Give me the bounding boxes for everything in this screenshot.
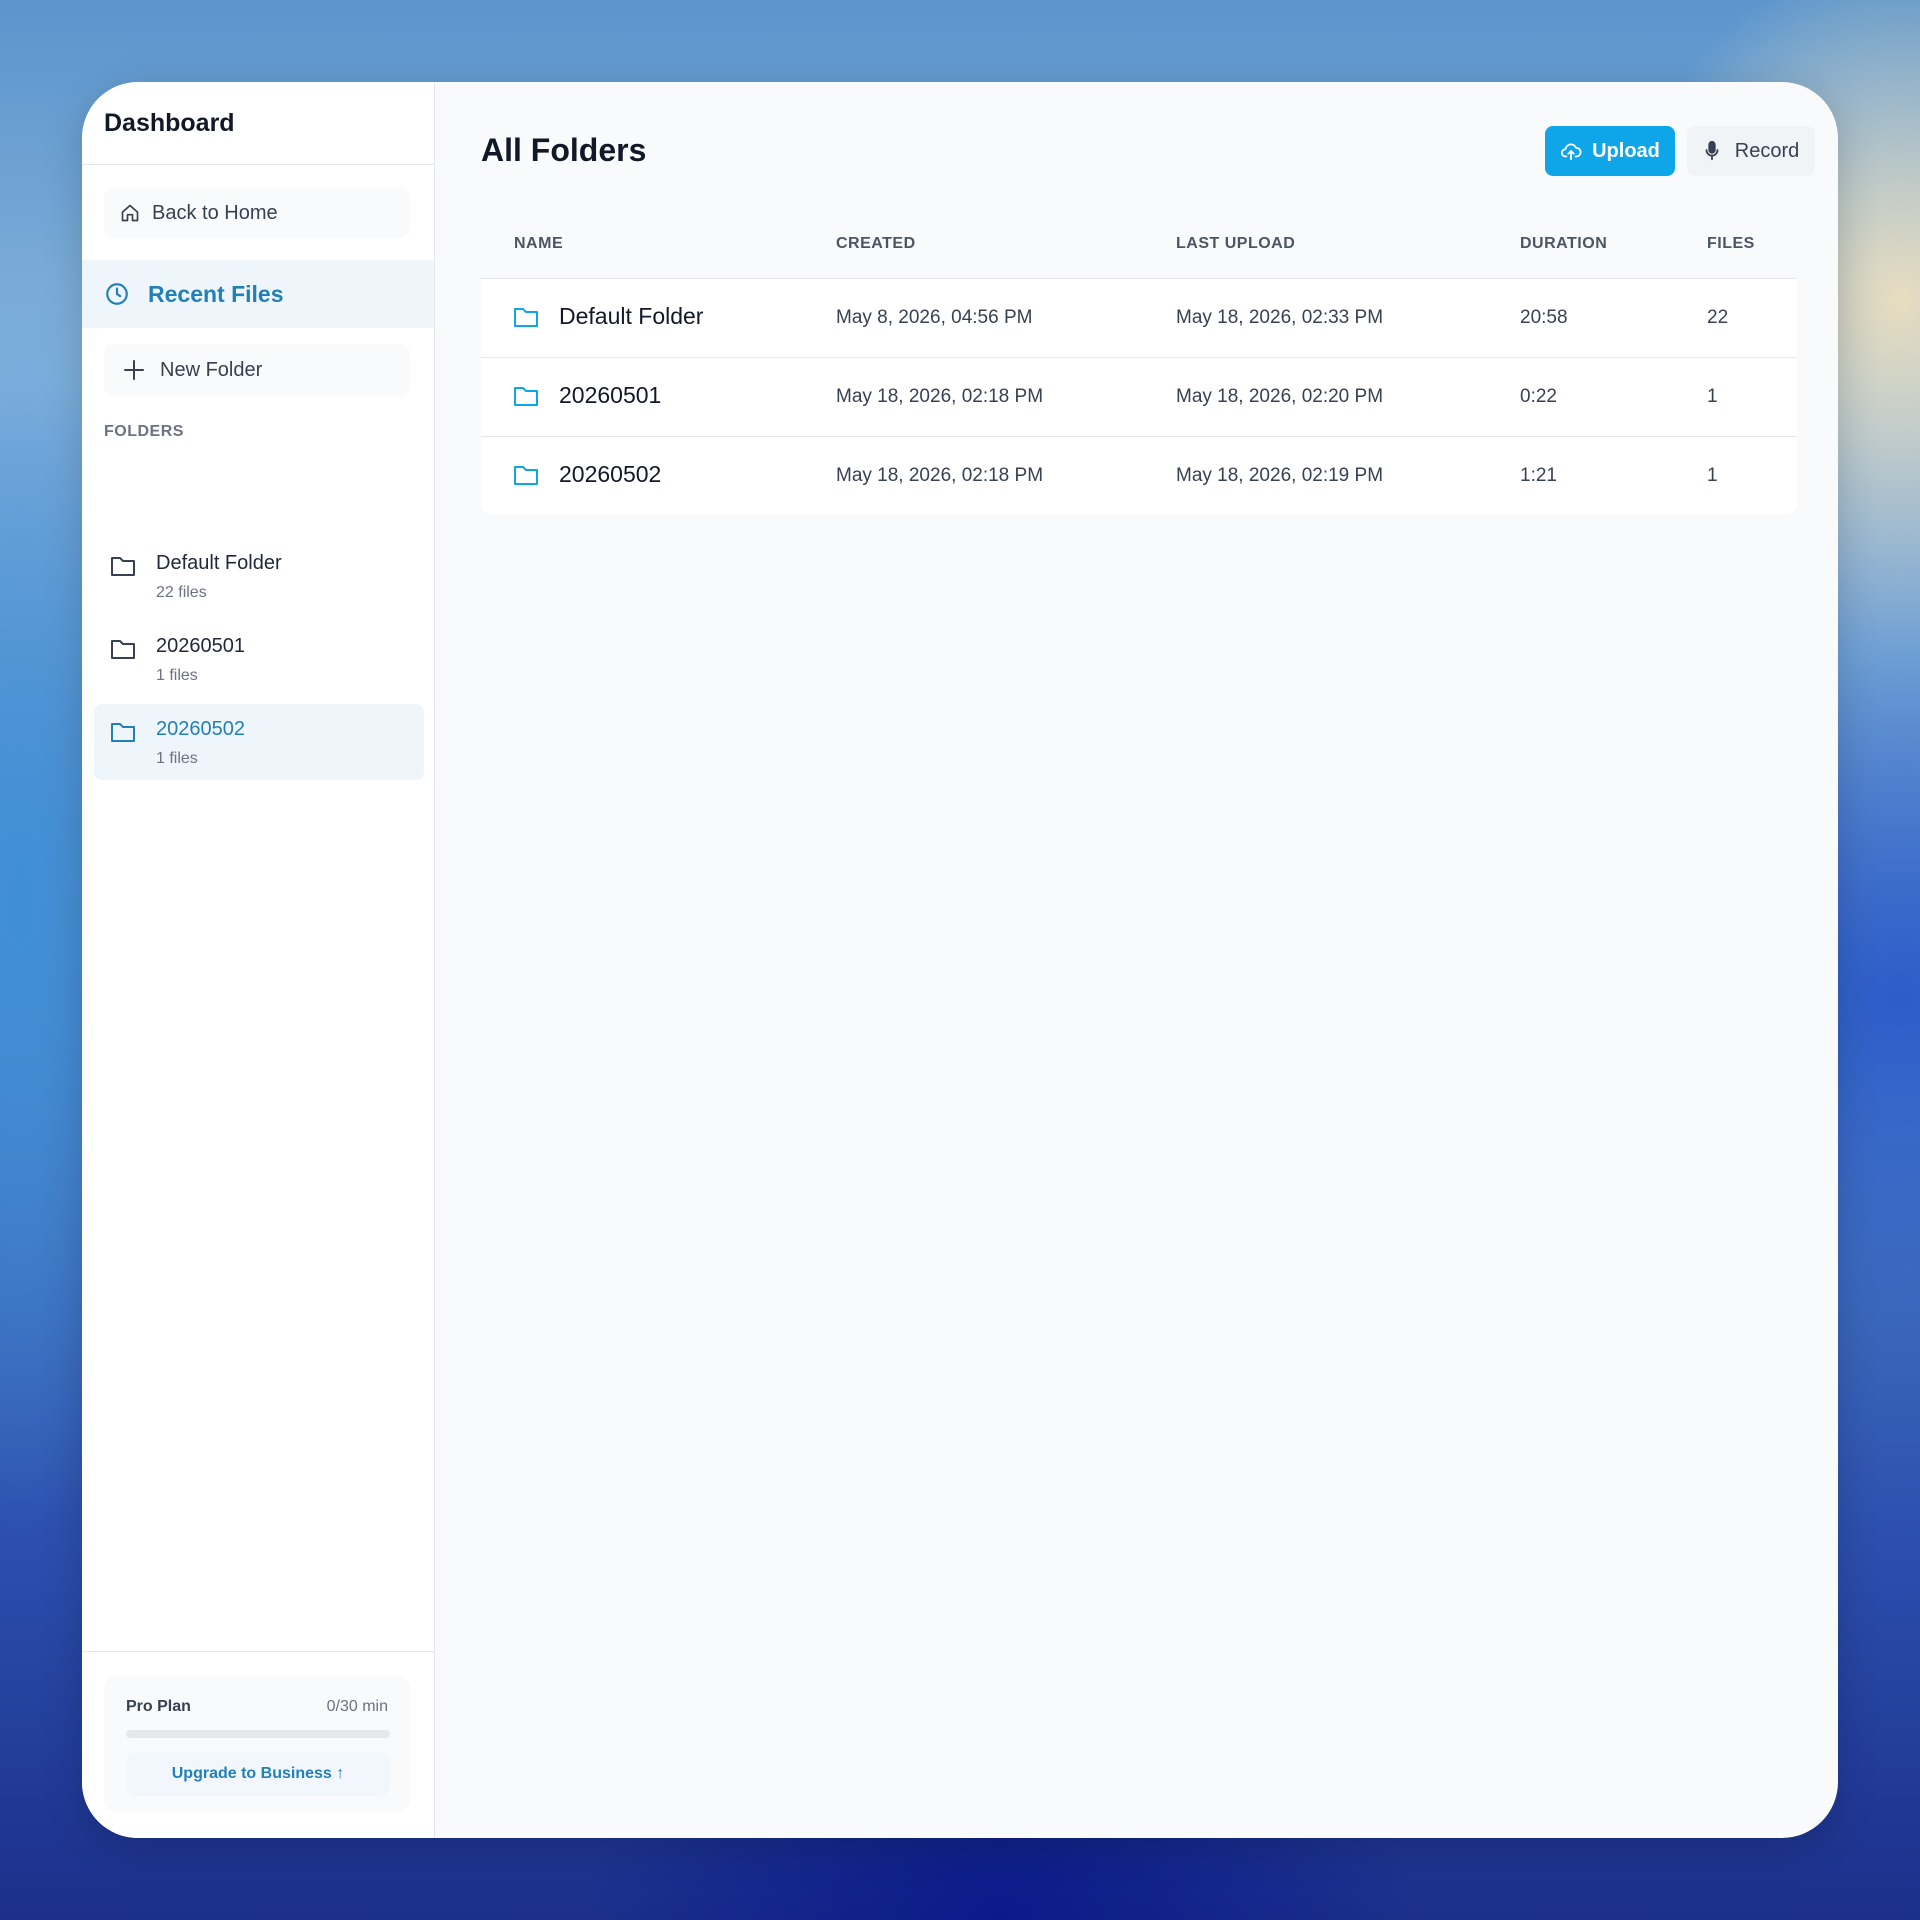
plus-icon (124, 360, 144, 380)
microphone-icon (1705, 140, 1719, 161)
table-row[interactable]: Default Folder May 8, 2026, 04:56 PM May… (481, 279, 1797, 358)
row-files: 22 (1707, 307, 1729, 328)
cloud-upload-icon (1561, 143, 1582, 161)
sidebar-folder-name: 20260501 (156, 635, 245, 657)
row-created: May 8, 2026, 04:56 PM (836, 307, 1033, 328)
table-body: Default Folder May 8, 2026, 04:56 PM May… (481, 279, 1797, 515)
plan-usage: 0/30 min (326, 1698, 388, 1715)
sidebar-folder-name: 20260502 (156, 718, 245, 740)
new-folder-button[interactable]: New Folder (104, 344, 410, 396)
back-to-home-button[interactable]: Back to Home (104, 188, 410, 238)
sidebar: Dashboard Back to Home Recent Files New … (82, 82, 435, 1838)
recent-files-label: Recent Files (148, 280, 284, 307)
sidebar-folder-20260502[interactable]: 20260502 1 files (94, 704, 424, 780)
sidebar-folder-20260501[interactable]: 20260501 1 files (94, 621, 424, 697)
folders-table: NAME CREATED LAST UPLOAD DURATION FILES … (481, 210, 1797, 515)
folder-icon (111, 723, 135, 742)
sidebar-folder-count: 1 files (156, 667, 198, 684)
table-header: NAME CREATED LAST UPLOAD DURATION FILES (481, 210, 1797, 279)
plan-progress-bar (126, 1730, 390, 1738)
row-name: 20260502 (559, 461, 662, 487)
sidebar-folder-name: Default Folder (156, 552, 282, 574)
header-name[interactable]: NAME (514, 235, 563, 253)
row-last-upload: May 18, 2026, 02:19 PM (1176, 465, 1384, 486)
row-name: 20260501 (559, 382, 662, 408)
plan-name: Pro Plan (126, 1698, 191, 1715)
plan-card: Pro Plan 0/30 min Upgrade to Business ↑ (104, 1676, 410, 1812)
folder-icon (514, 308, 538, 327)
row-duration: 0:22 (1520, 386, 1557, 407)
upload-button[interactable]: Upload (1545, 126, 1675, 176)
row-created: May 18, 2026, 02:18 PM (836, 465, 1044, 486)
record-label: Record (1734, 139, 1800, 162)
folder-icon (514, 387, 538, 406)
sidebar-item-recent-files[interactable]: Recent Files (82, 260, 434, 328)
back-to-home-label: Back to Home (152, 201, 278, 224)
row-last-upload: May 18, 2026, 02:20 PM (1176, 386, 1384, 407)
clock-icon (106, 283, 128, 305)
sidebar-folder-count: 1 files (156, 750, 198, 767)
row-name: Default Folder (559, 303, 704, 329)
home-icon (121, 204, 139, 222)
row-created: May 18, 2026, 02:18 PM (836, 386, 1044, 407)
folders-heading: FOLDERS (104, 423, 184, 440)
app-window: Dashboard Back to Home Recent Files New … (82, 82, 1838, 1838)
row-files: 1 (1707, 465, 1718, 486)
upload-label: Upload (1592, 139, 1660, 162)
new-folder-label: New Folder (160, 358, 263, 381)
table-row[interactable]: 20260501 May 18, 2026, 02:18 PM May 18, … (481, 358, 1797, 437)
folder-icon (111, 557, 135, 576)
row-duration: 20:58 (1520, 307, 1568, 328)
folder-icon (111, 640, 135, 659)
row-files: 1 (1707, 386, 1718, 407)
page-title: All Folders (481, 132, 647, 168)
table-row[interactable]: 20260502 May 18, 2026, 02:18 PM May 18, … (481, 437, 1797, 515)
header-last-upload[interactable]: LAST UPLOAD (1176, 235, 1295, 253)
sidebar-folder-default[interactable]: Default Folder 22 files (94, 538, 424, 614)
header-files[interactable]: FILES (1707, 235, 1755, 253)
sidebar-title: Dashboard (82, 82, 434, 165)
sidebar-folder-count: 22 files (156, 584, 207, 601)
header-created[interactable]: CREATED (836, 235, 916, 253)
header-duration[interactable]: DURATION (1520, 235, 1607, 253)
sidebar-footer: Pro Plan 0/30 min Upgrade to Business ↑ (82, 1651, 434, 1838)
upgrade-button[interactable]: Upgrade to Business ↑ (126, 1752, 390, 1796)
main-content: All Folders Upload Record NAME CREATED L… (435, 82, 1838, 1838)
row-duration: 1:21 (1520, 465, 1557, 486)
row-last-upload: May 18, 2026, 02:33 PM (1176, 307, 1384, 328)
folder-icon (514, 466, 538, 485)
record-button[interactable]: Record (1687, 126, 1815, 176)
